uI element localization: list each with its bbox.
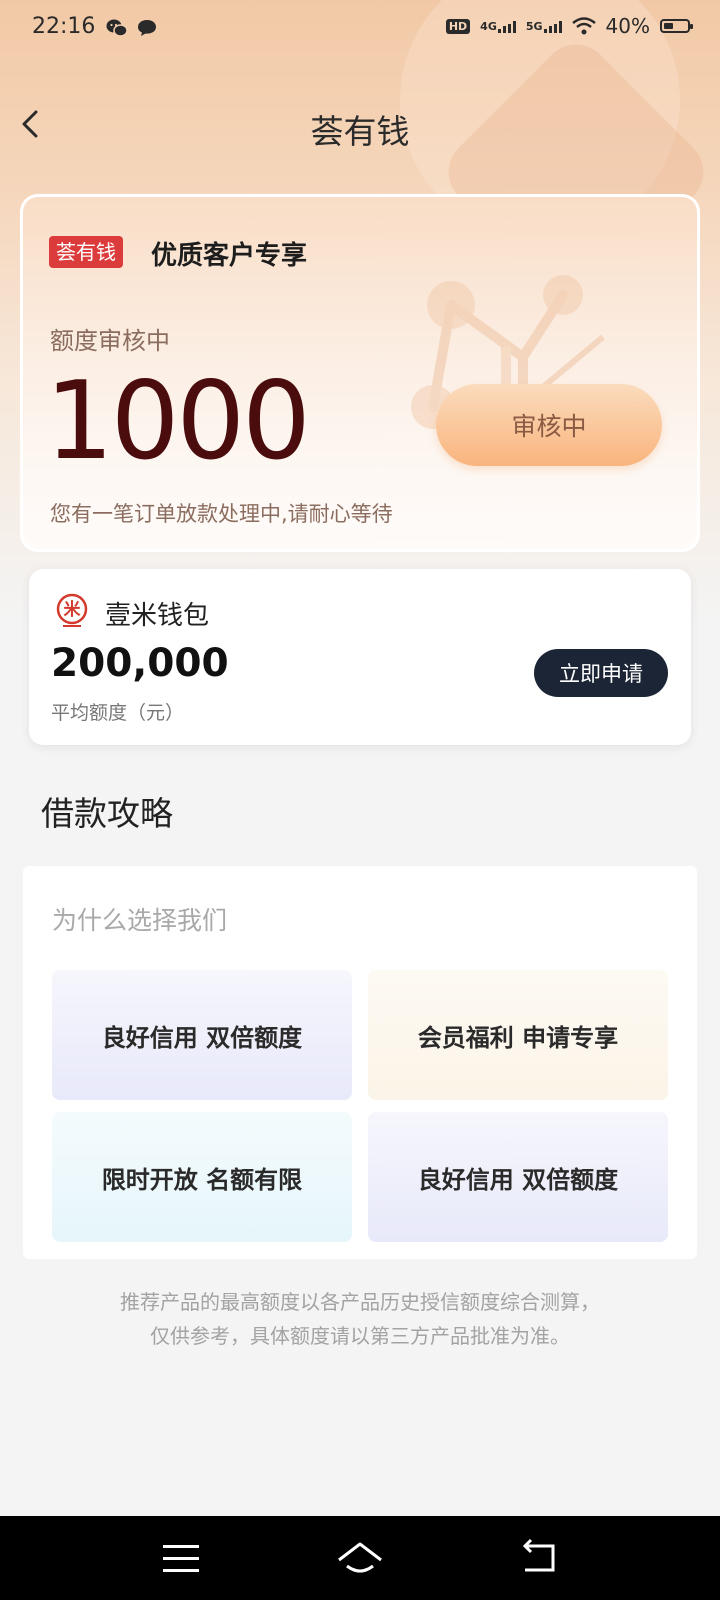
product-card[interactable]: 米 壹米钱包 200,000 平均额度（元） 立即申请 [29,569,691,745]
brand-tag: 荟有钱 [49,236,123,268]
product-amount: 200,000 [51,641,229,686]
notification-icons [106,18,158,38]
signal-bars-icon [497,20,516,33]
system-nav-bar [0,1516,720,1600]
feature-tile[interactable]: 限时开放 名额有限 [52,1112,352,1242]
message-icon [138,20,156,36]
menu-icon[interactable] [157,1536,207,1580]
feature-tile[interactable]: 良好信用 双倍额度 [368,1112,668,1242]
status-time: 22:16 [32,14,96,39]
quota-card: 荟有钱 优质客户专享 额度审核中 1000 审核中 您有一笔订单放款处理中,请耐… [20,194,700,552]
guide-subtitle: 为什么选择我们 [52,906,228,935]
disclaimer-line: 推荐产品的最高额度以各产品历史授信额度综合测算， [120,1290,600,1314]
yimi-wallet-logo-icon: 米 [56,593,88,627]
signal-4g: 4G [480,20,516,33]
feature-tile[interactable]: 会员福利 申请专享 [368,970,668,1100]
guide-panel: 为什么选择我们 良好信用 双倍额度 会员福利 申请专享 限时开放 名额有限 良好… [23,866,697,1259]
wifi-icon [571,17,596,35]
product-name: 壹米钱包 [105,601,210,631]
wechat-icon [106,19,128,37]
quota-status-label: 额度审核中 [50,327,170,355]
back-icon[interactable] [515,1536,565,1580]
signal-bars-icon [543,20,562,33]
feature-tile[interactable]: 良好信用 双倍额度 [52,970,352,1100]
home-icon[interactable] [335,1536,385,1580]
review-status-button[interactable]: 审核中 [436,384,662,466]
quota-amount: 1000 [45,359,311,484]
battery-percent: 40% [605,14,650,38]
svg-text:米: 米 [64,599,82,620]
guide-title: 借款攻略 [41,794,173,833]
disclaimer: 推荐产品的最高额度以各产品历史授信额度综合测算， 仅供参考，具体额度请以第三方产… [0,1285,720,1353]
status-bar: 22:16 HD 4G 5G 40% [0,0,720,60]
battery-icon [660,19,693,33]
signal-5g: 5G [526,20,562,33]
card-heading: 优质客户专享 [151,241,308,271]
hd-badge: HD [445,18,471,34]
apply-now-button[interactable]: 立即申请 [534,649,668,697]
disclaimer-line: 仅供参考，具体额度请以第三方产品批准为准。 [150,1324,570,1348]
page-title: 荟有钱 [310,112,410,151]
product-amount-label: 平均额度（元） [51,702,185,724]
loan-notice: 您有一笔订单放款处理中,请耐心等待 [50,502,393,526]
status-indicators: HD 4G 5G 40% [445,14,693,38]
